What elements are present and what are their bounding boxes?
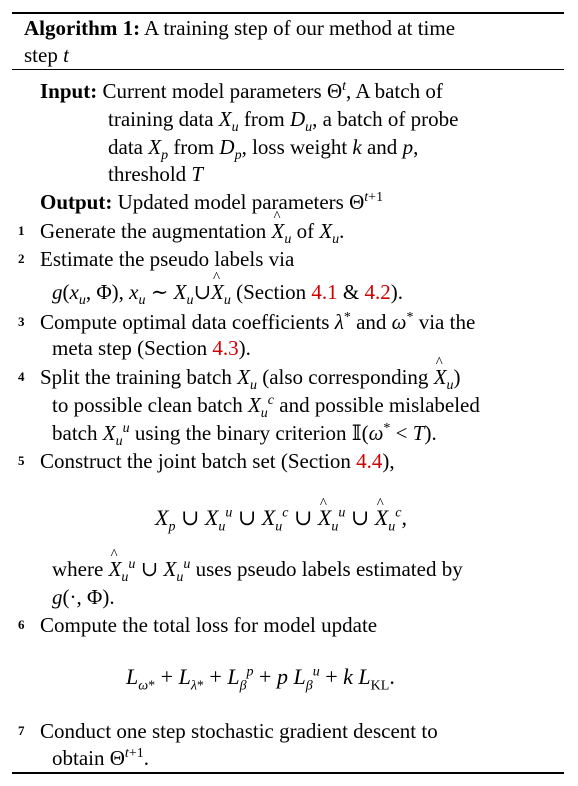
- input-line-1: Input: Current model parameters Θt, A ba…: [40, 79, 443, 103]
- output-label: Output:: [40, 190, 113, 214]
- total-loss-equation: Lω* + Lλ* + Lβp + p Lβu + k LKL.: [126, 664, 395, 694]
- algorithm-caption-line2: step t: [24, 43, 69, 67]
- step-number: 7: [18, 723, 25, 738]
- step-5-where: where Xuu ∪ Xuu uses pseudo labels estim…: [52, 542, 463, 585]
- step-5: Construct the joint batch set (Section 4…: [40, 449, 395, 473]
- step-3: Compute optimal data coefficients λ* and…: [40, 310, 476, 334]
- section-link[interactable]: 4.3: [212, 336, 238, 360]
- algorithm-title: A training step of our method at time: [144, 16, 456, 40]
- output-line: Output: Updated model parameters Θt+1: [40, 190, 384, 214]
- step-1: Generate the augmentation Xu of Xu.: [40, 204, 344, 247]
- step-number: 4: [18, 369, 25, 384]
- step-6: Compute the total loss for model update: [40, 613, 378, 637]
- algorithm-caption: Algorithm 1: A training step of our meth…: [24, 15, 455, 41]
- step-number: 1: [18, 223, 25, 238]
- section-link[interactable]: 4.1: [311, 280, 337, 304]
- step-number: 3: [18, 314, 25, 329]
- section-link[interactable]: 4.4: [356, 449, 382, 473]
- step-3-cont: meta step (Section 4.3).: [52, 336, 251, 360]
- step-4: Split the training batch Xu (also corres…: [40, 350, 461, 393]
- bottom-rule: [12, 772, 564, 774]
- step-4-cont-1: to possible clean batch Xuc and possible…: [52, 393, 480, 422]
- input-line-2: training data Xu from Du, a batch of pro…: [108, 107, 459, 136]
- step-4-cont-2: batch Xuu using the binary criterion 𝕀(ω…: [52, 421, 437, 450]
- step-number: 2: [18, 251, 25, 266]
- input-label: Input:: [40, 79, 98, 103]
- step-2-cont: g(xu, Φ), xu ∼ Xu∪Xu (Section 4.1 & 4.2)…: [52, 265, 403, 308]
- algorithm-label: Algorithm 1:: [24, 16, 141, 40]
- step-2: Estimate the pseudo labels via: [40, 247, 295, 271]
- step-5-where-cont: g(·, Φ).: [52, 585, 115, 609]
- step-7: Conduct one step stochastic gradient des…: [40, 719, 438, 743]
- input-line-3: data Xp from Dp, loss weight k and p,: [108, 135, 419, 164]
- section-link[interactable]: 4.2: [364, 280, 390, 304]
- step-number: 6: [18, 617, 25, 632]
- step-number: 5: [18, 453, 25, 468]
- joint-batch-equation: Xp ∪ Xuu ∪ Xuc ∪ Xuu ∪ Xuc,: [155, 489, 407, 534]
- input-line-4: threshold T: [108, 162, 204, 186]
- top-rule: [12, 12, 564, 14]
- step-7-cont: obtain Θt+1.: [52, 746, 149, 770]
- caption-rule: [12, 69, 564, 70]
